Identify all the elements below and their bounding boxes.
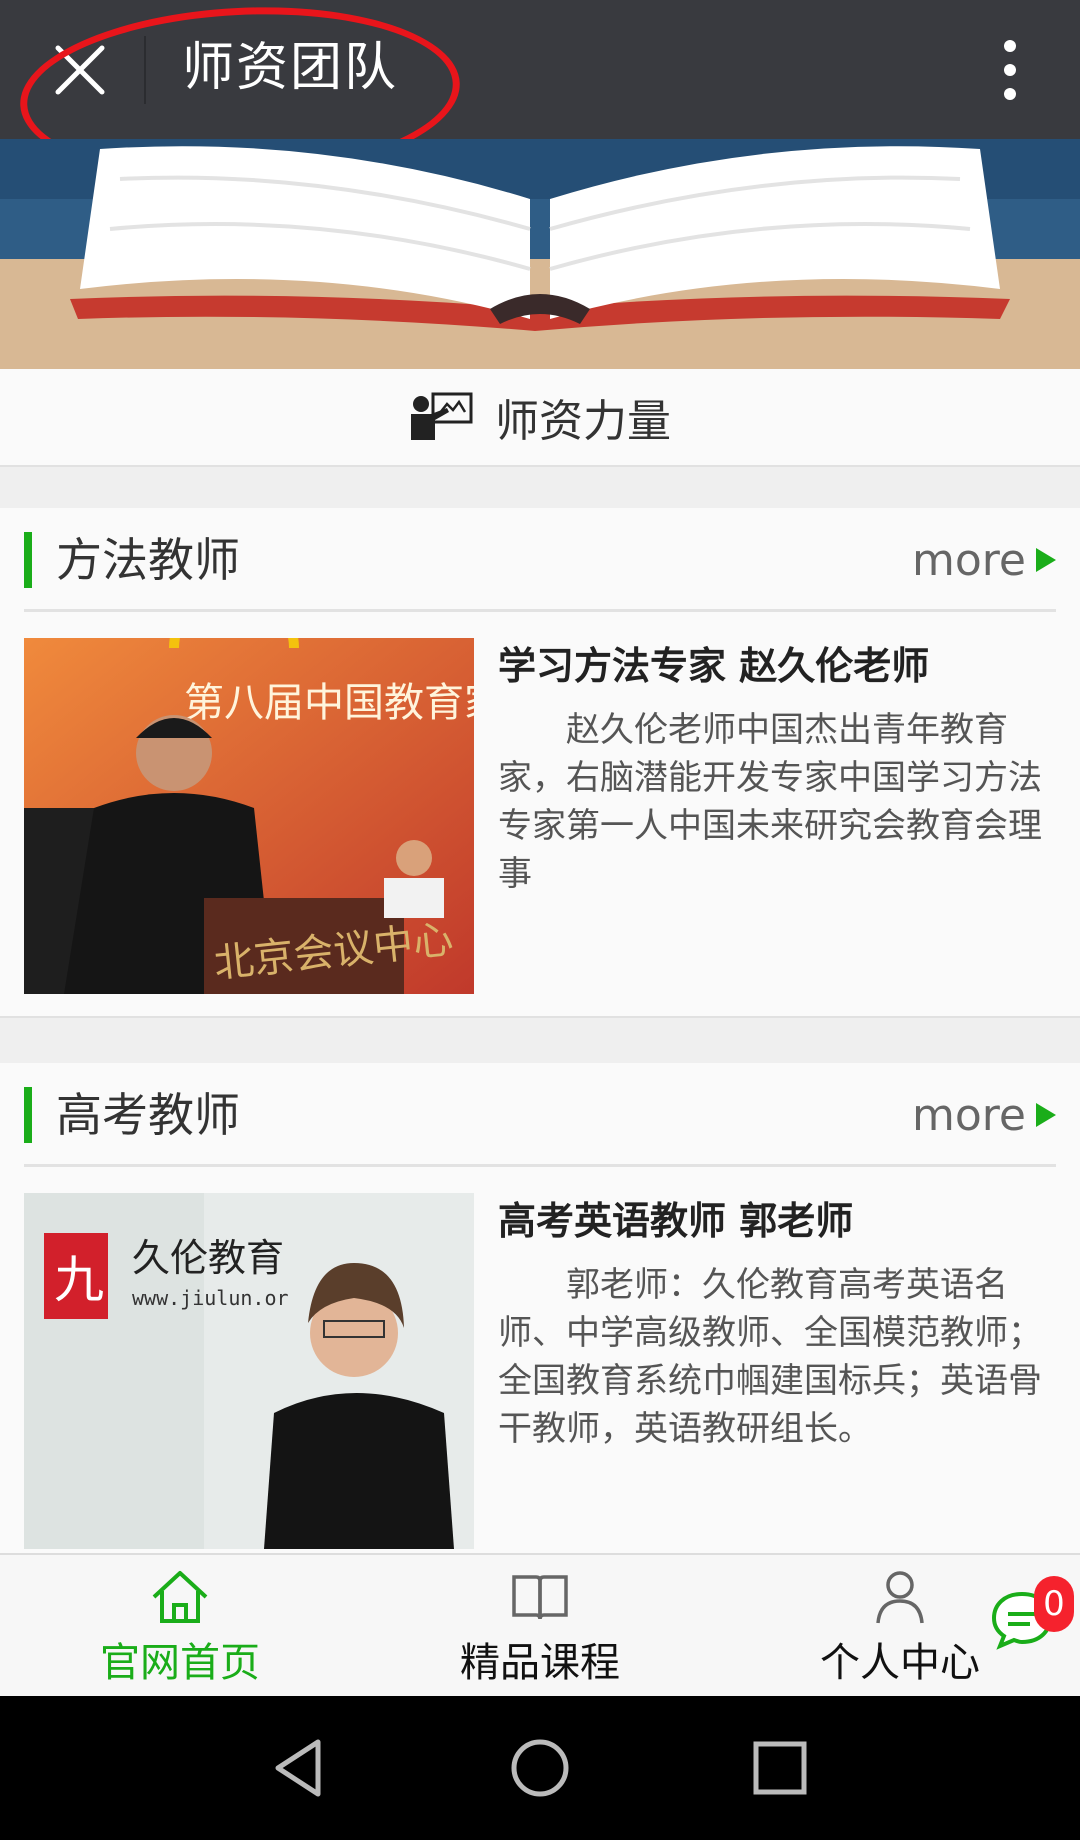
more-link[interactable]: more [912, 528, 1056, 592]
category-header: 方法教师 more [24, 508, 1056, 612]
teacher-description: 赵久伦老师中国杰出青年教育家，右脑潜能开发专家中国学习方法专家第一人中国未来研究… [498, 710, 1042, 894]
more-label: more [912, 1089, 1026, 1141]
nav-item-courses[interactable]: 精品课程 [410, 1555, 670, 1698]
app-header: 师资团队 [0, 0, 1080, 139]
category-card-gaokao: 高考教师 more 九 久伦教育 www.jiulun.or 高考英语教师 郭老… [0, 1063, 1080, 1563]
photo-logo-text: 久伦教育 [132, 1236, 284, 1280]
header-divider [144, 36, 146, 104]
book-icon [510, 1561, 570, 1633]
category-header: 高考教师 more [24, 1063, 1056, 1167]
play-arrow-icon [1036, 1103, 1056, 1127]
close-icon [55, 45, 105, 95]
user-icon [874, 1561, 926, 1633]
teacher-name[interactable]: 高考英语教师 郭老师 [498, 1193, 1048, 1249]
page-title: 师资团队 [182, 38, 399, 98]
category-title: 方法教师 [56, 533, 240, 587]
nav-label: 精品课程 [460, 1640, 620, 1686]
system-nav-bar [0, 1696, 1080, 1840]
category-card-method: 方法教师 more 第八届中国教育家大会 [0, 508, 1080, 1018]
more-label: more [912, 534, 1026, 586]
accent-bar [24, 1087, 32, 1143]
banner-image [0, 139, 1080, 369]
nav-label: 官网首页 [100, 1640, 260, 1686]
back-triangle-icon[interactable] [268, 1736, 332, 1800]
nav-item-home[interactable]: 官网首页 [50, 1555, 310, 1698]
svg-text:九: 九 [54, 1251, 104, 1309]
category-title: 高考教师 [56, 1088, 240, 1142]
home-circle-icon[interactable] [508, 1736, 572, 1800]
section-header: 师资力量 [0, 369, 1080, 467]
teacher-photo[interactable]: 第八届中国教育家大会 北京会议中心 [24, 638, 474, 994]
teacher-name[interactable]: 学习方法专家 赵久伦老师 [498, 638, 1048, 694]
chat-badge: 0 [1034, 1576, 1074, 1632]
teacher-info: 学习方法专家 赵久伦老师 赵久伦老师中国杰出青年教育家，右脑潜能开发专家中国学习… [498, 638, 1048, 898]
photo-banner-text: 第八届中国教育家大会 [184, 680, 474, 726]
recents-square-icon[interactable] [748, 1736, 812, 1800]
teacher-photo[interactable]: 九 久伦教育 www.jiulun.or [24, 1193, 474, 1549]
page: 师资团队 师资力量 方法教师 more 第八届中国教育 北京会议中心 学习方法专… [0, 0, 1080, 1840]
home-icon [150, 1561, 210, 1633]
close-button[interactable] [30, 20, 130, 120]
play-arrow-icon [1036, 548, 1056, 572]
teacher-presentation-icon [411, 392, 473, 440]
accent-bar [24, 532, 32, 588]
bottom-navigation: 官网首页 精品课程 个人中心 [0, 1553, 1080, 1696]
more-menu-button[interactable] [960, 20, 1060, 120]
more-vertical-icon [1004, 40, 1016, 100]
nav-label: 个人中心 [820, 1640, 980, 1686]
more-link[interactable]: more [912, 1083, 1056, 1147]
section-label: 师资力量 [495, 396, 671, 447]
teacher-info: 高考英语教师 郭老师 郭老师：久伦教育高考英语名师、中学高级教师、全国模范教师；… [498, 1193, 1048, 1453]
photo-logo-url: www.jiulun.or [132, 1286, 289, 1310]
teacher-description: 郭老师：久伦教育高考英语名师、中学高级教师、全国模范教师；全国教育系统巾帼建国标… [498, 1265, 1042, 1449]
